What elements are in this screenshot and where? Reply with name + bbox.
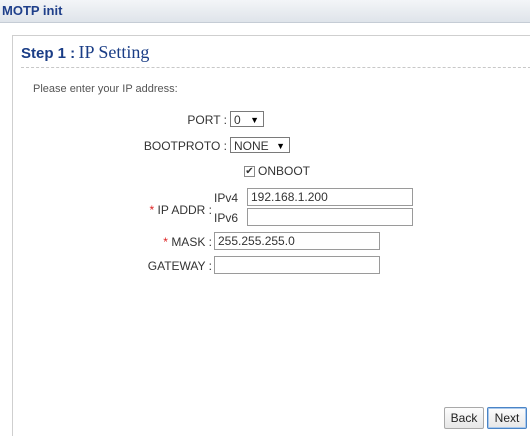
ipv4-input[interactable]: 192.168.1.200 <box>247 188 413 206</box>
step-number: Step 1 : <box>21 45 76 62</box>
mask-label-text: MASK : <box>171 235 212 249</box>
mask-input[interactable]: 255.255.255.0 <box>214 232 380 250</box>
ip-addr-label-text: IP ADDR : <box>157 203 212 217</box>
instruction-text: Please enter your IP address: <box>33 83 178 95</box>
step-name: IP Setting <box>78 42 150 62</box>
title-bar: MOTP init <box>0 0 530 23</box>
onboot-checkbox[interactable]: ✔ <box>244 166 255 177</box>
checkmark-icon: ✔ <box>245 166 254 177</box>
window-title: MOTP init <box>2 3 63 18</box>
port-select-value: 0 <box>234 113 241 127</box>
bootproto-select[interactable]: NONE ▼ <box>230 137 290 153</box>
ipv6-input[interactable] <box>247 208 413 226</box>
bootproto-label: BOOTPROTO : <box>143 139 227 153</box>
mask-label: * MASK : <box>140 235 212 249</box>
chevron-down-icon: ▼ <box>250 115 259 125</box>
next-button[interactable]: Next <box>487 407 527 429</box>
step-heading: Step 1 : IP Setting <box>21 42 149 63</box>
ipv6-label: IPv6 <box>214 211 239 225</box>
ipv4-label: IPv4 <box>214 191 239 205</box>
port-label: PORT : <box>187 113 227 127</box>
back-button[interactable]: Back <box>444 407 484 429</box>
chevron-down-icon: ▼ <box>276 141 285 151</box>
ip-addr-label: * IP ADDR : <box>128 203 212 217</box>
gateway-input[interactable] <box>214 256 380 274</box>
onboot-label: ONBOOT <box>258 164 311 178</box>
gateway-label: GATEWAY : <box>147 259 212 273</box>
required-marker: * <box>163 235 168 249</box>
port-select[interactable]: 0 ▼ <box>230 111 264 127</box>
heading-divider <box>21 67 530 68</box>
required-marker: * <box>149 203 155 217</box>
bootproto-select-value: NONE <box>234 139 269 153</box>
